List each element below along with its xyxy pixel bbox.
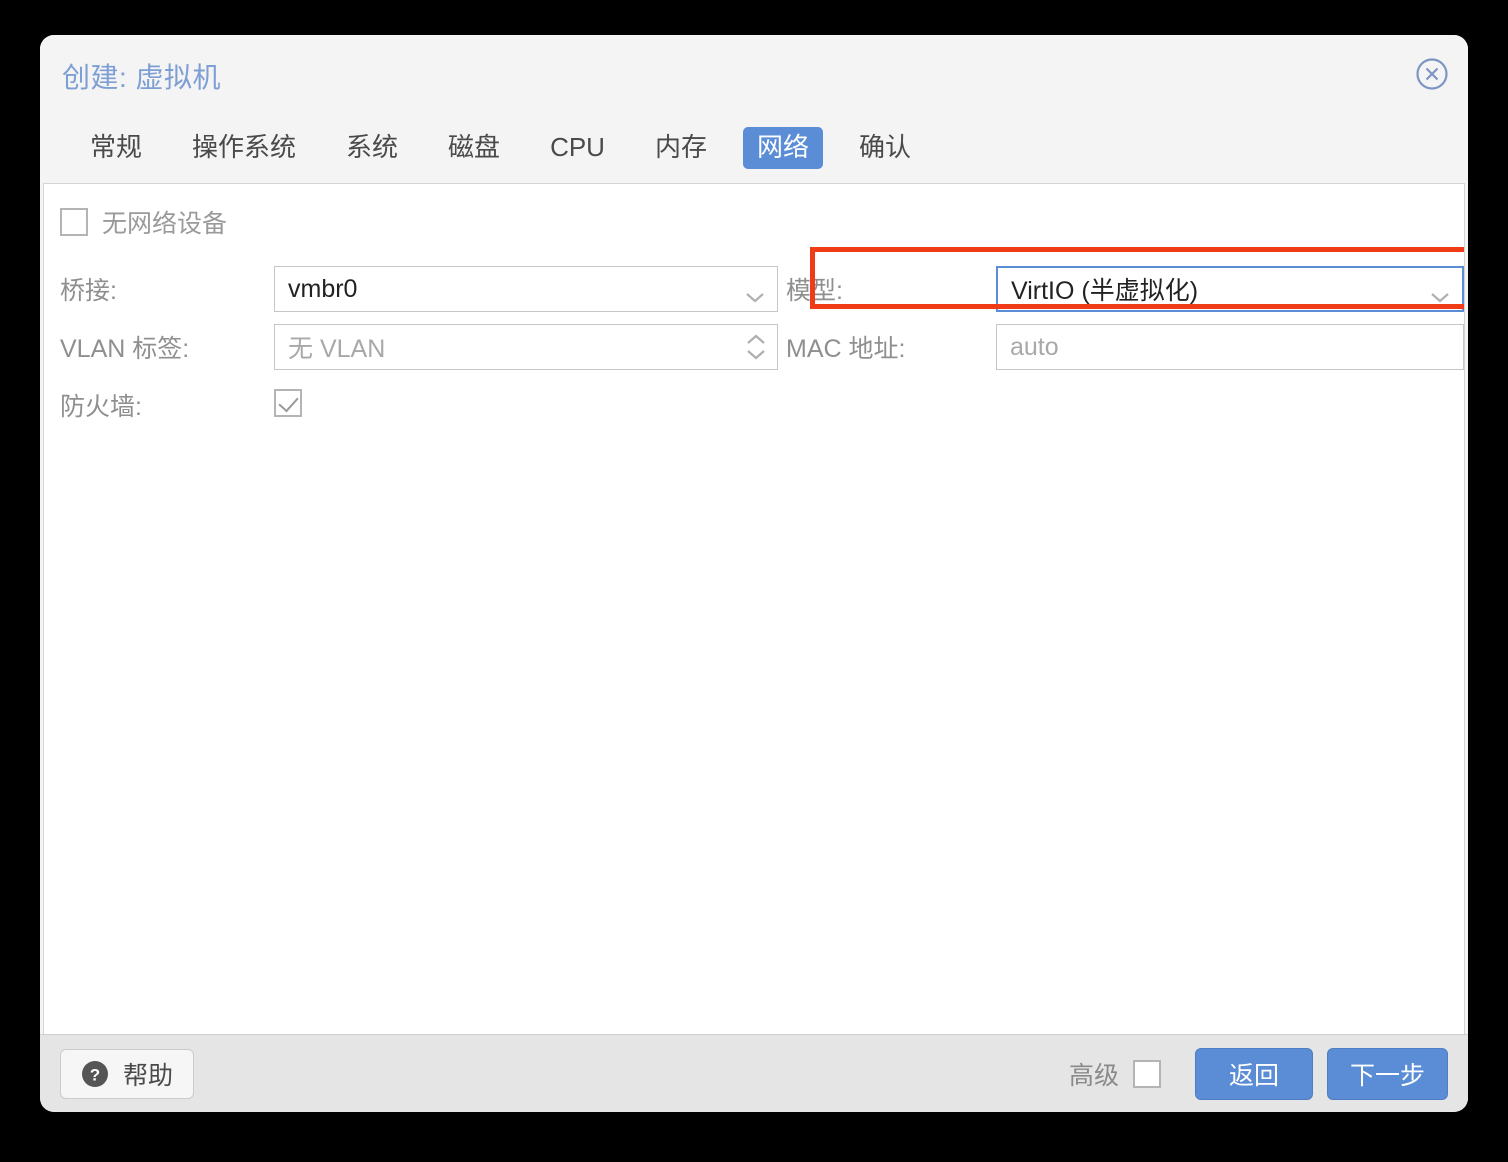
model-row: 模型: VirtIO (半虚拟化) (774, 260, 1464, 318)
dialog-tabbar: 常规 操作系统 系统 磁盘 CPU 内存 网络 确认 (40, 113, 1468, 183)
dialog-title: 创建: 虚拟机 (62, 62, 222, 93)
model-label: 模型: (786, 277, 843, 305)
vlan-tag-row: VLAN 标签: 无 VLAN (58, 318, 778, 376)
network-form: 无网络设备 桥接: vmbr0 VLAN 标签: 无 VLAN 防火墙: 模型:… (44, 184, 1464, 1034)
model-select[interactable]: VirtIO (半虚拟化) (996, 266, 1464, 312)
firewall-checkbox[interactable] (274, 388, 302, 417)
dialog-content: 无网络设备 桥接: vmbr0 VLAN 标签: 无 VLAN 防火墙: 模型:… (43, 183, 1465, 1034)
tab-network[interactable]: 网络 (742, 127, 823, 169)
bridge-label: 桥接: (60, 277, 117, 305)
advanced-label: 高级 (1068, 1061, 1119, 1090)
screen: 创建: 虚拟机 常规 操作系统 系统 磁盘 CPU 内存 网络 确认 无网络设备… (0, 0, 1508, 1162)
svg-text:?: ? (90, 1065, 100, 1084)
help-button[interactable]: ? 帮助 (60, 1048, 195, 1099)
firewall-field (274, 388, 778, 422)
next-button[interactable]: 下一步 (1326, 1047, 1448, 1100)
tab-system[interactable]: 系统 (332, 127, 412, 168)
advanced-toggle[interactable]: 高级 (1069, 1056, 1161, 1092)
model-value: VirtIO (半虚拟化) (1011, 277, 1199, 305)
help-button-label: 帮助 (123, 1061, 174, 1090)
bridge-row: 桥接: vmbr0 (58, 260, 778, 318)
advanced-checkbox[interactable] (1132, 1059, 1161, 1088)
model-field: VirtIO (半虚拟化) (996, 266, 1464, 312)
form-column-right: 模型: VirtIO (半虚拟化) MAC 地址: auto (774, 208, 1464, 376)
tab-confirm[interactable]: 确认 (845, 127, 925, 168)
question-circle-icon: ? (81, 1060, 109, 1088)
mac-address-placeholder: auto (1010, 332, 1059, 361)
bridge-field: vmbr0 (274, 266, 778, 312)
back-button[interactable]: 返回 (1194, 1047, 1313, 1100)
firewall-row: 防火墙: (58, 376, 778, 434)
tab-general[interactable]: 常规 (76, 127, 156, 168)
tab-disks[interactable]: 磁盘 (434, 127, 514, 168)
dialog-footer: ? 帮助 高级 返回 下一步 (40, 1034, 1468, 1112)
chevron-down-icon (744, 282, 766, 303)
mac-address-input[interactable]: auto (996, 324, 1464, 370)
vlan-tag-label: VLAN 标签: (60, 335, 190, 363)
close-icon[interactable] (1415, 57, 1449, 91)
tab-os[interactable]: 操作系统 (178, 127, 310, 168)
firewall-label: 防火墙: (60, 393, 142, 421)
spinner-updown-icon[interactable] (745, 332, 767, 362)
form-column-left: 桥接: vmbr0 VLAN 标签: 无 VLAN 防火墙: (58, 208, 778, 434)
mac-address-label: MAC 地址: (786, 335, 906, 363)
vlan-tag-field: 无 VLAN (274, 324, 778, 370)
chevron-down-icon (1429, 282, 1451, 303)
create-vm-dialog: 创建: 虚拟机 常规 操作系统 系统 磁盘 CPU 内存 网络 确认 无网络设备… (40, 35, 1468, 1112)
mac-address-field: auto (996, 324, 1464, 370)
bridge-value: vmbr0 (288, 274, 358, 303)
mac-address-row: MAC 地址: auto (774, 318, 1464, 376)
vlan-tag-placeholder: 无 VLAN (288, 335, 386, 363)
dialog-titlebar: 创建: 虚拟机 (40, 35, 1468, 113)
bridge-select[interactable]: vmbr0 (274, 266, 778, 312)
tab-cpu[interactable]: CPU (536, 127, 619, 168)
vlan-tag-input[interactable]: 无 VLAN (274, 324, 778, 370)
tab-memory[interactable]: 内存 (641, 127, 721, 168)
